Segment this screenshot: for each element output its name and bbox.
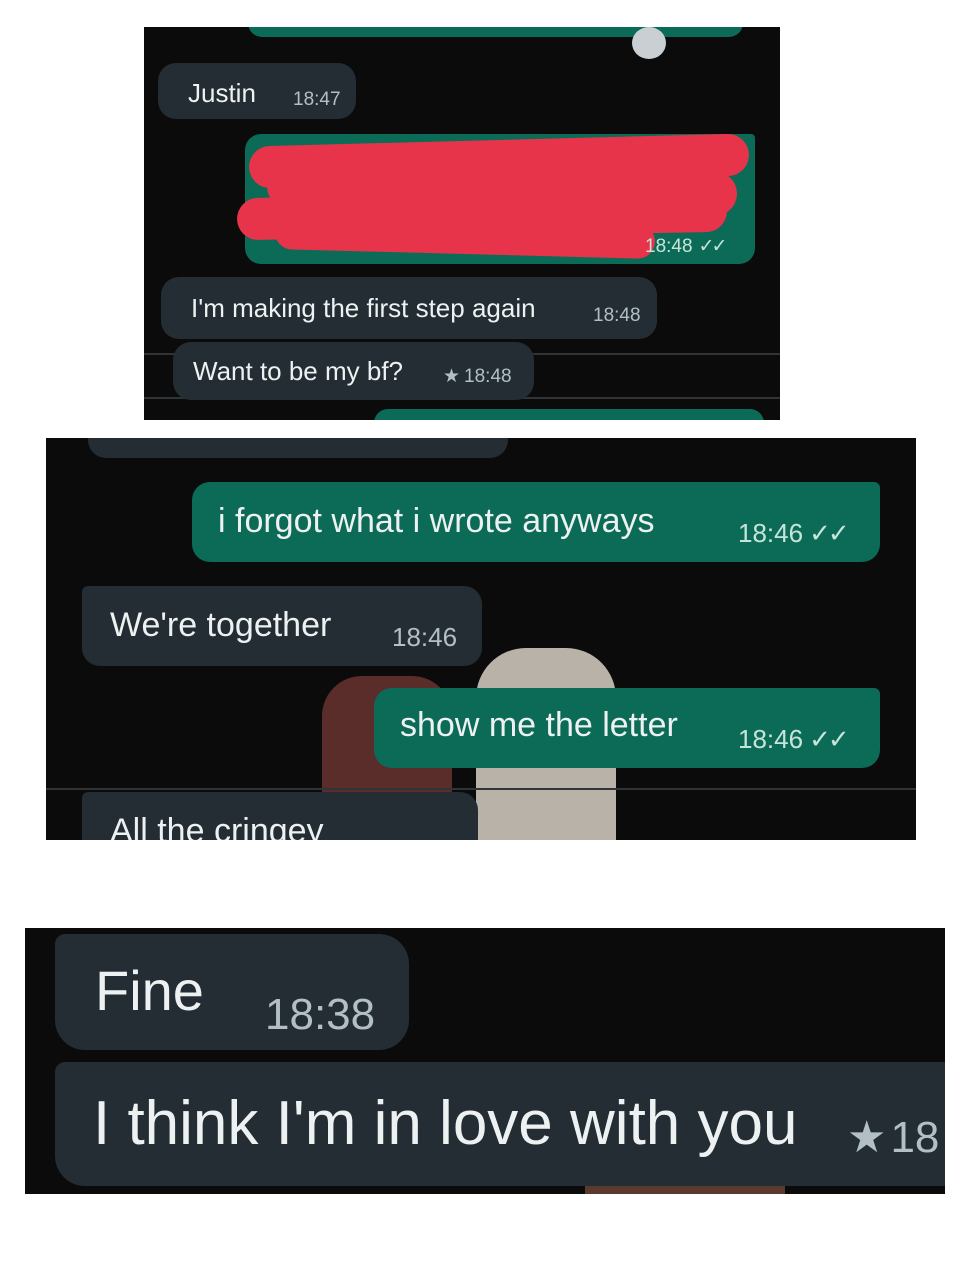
read-receipt-icon: ✓✓	[698, 236, 728, 257]
message-bubble-outgoing[interactable]: show me the letter 18:46 ✓✓	[374, 688, 880, 768]
message-bubble-incoming[interactable]: Fine 18:38	[55, 934, 409, 1050]
message-meta: 18:46 ✓✓	[738, 518, 850, 549]
next-bubble-edge	[374, 409, 764, 420]
message-meta: ★ 18:48	[443, 365, 512, 388]
read-receipt-icon: ✓✓	[809, 724, 850, 754]
message-text: Fine	[95, 959, 204, 1022]
scroll-indicator	[632, 27, 666, 59]
message-text: I'm making the first step again	[191, 293, 536, 323]
message-meta: ★18	[847, 1112, 939, 1163]
message-text: I think I'm in love with you	[93, 1089, 798, 1158]
previous-bubble-edge	[248, 27, 743, 37]
message-text: Justin	[188, 78, 256, 108]
message-bubble-incoming[interactable]: We're together 18:46	[82, 586, 482, 666]
message-time: 18:48	[593, 305, 641, 326]
message-time-value: 18:48	[645, 236, 693, 257]
message-bubble-incoming[interactable]: I'm making the first step again 18:48	[161, 277, 657, 339]
message-time: 18:47	[293, 89, 341, 110]
chat-screenshot-middle: i forgot what i wrote anyways 18:46 ✓✓ We…	[46, 438, 916, 840]
message-bubble-incoming[interactable]: All the cringey	[82, 792, 478, 840]
background-line	[46, 788, 916, 790]
message-bubble-outgoing[interactable]: 18:48 ✓✓	[236, 133, 755, 264]
message-time-value: 18	[890, 1113, 940, 1162]
message-time: 18:48 ✓✓	[645, 235, 728, 258]
message-bubble-incoming[interactable]: I think I'm in love with you ★18	[55, 1062, 945, 1186]
message-time-value: 18:46	[738, 518, 804, 548]
message-time-value: 18:46	[738, 724, 804, 754]
chat-screenshot-top: Justin 18:47 18:48 ✓✓ I'm making the firs…	[144, 27, 780, 420]
message-time: 18:46	[392, 622, 458, 652]
message-text: i forgot what i wrote anyways	[218, 502, 655, 540]
message-text: Want to be my bf?	[193, 356, 404, 386]
message-meta: 18:46 ✓✓	[738, 724, 850, 755]
message-time-value: 18:48	[464, 366, 512, 387]
previous-bubble-edge	[88, 438, 508, 458]
star-icon: ★	[847, 1113, 887, 1162]
read-receipt-icon: ✓✓	[809, 518, 850, 548]
star-icon: ★	[443, 366, 461, 387]
chat-screenshot-bottom: Fine 18:38 I think I'm in love with you …	[25, 928, 945, 1194]
message-bubble-outgoing[interactable]: i forgot what i wrote anyways 18:46 ✓✓	[192, 482, 880, 562]
message-bubble-incoming[interactable]: Justin 18:47	[158, 63, 356, 119]
message-text: All the cringey	[110, 812, 324, 840]
message-bubble-incoming[interactable]: Want to be my bf? ★ 18:48	[173, 342, 534, 400]
message-text: show me the letter	[400, 706, 678, 744]
message-time: 18:38	[265, 990, 376, 1039]
message-text: We're together	[110, 606, 332, 644]
